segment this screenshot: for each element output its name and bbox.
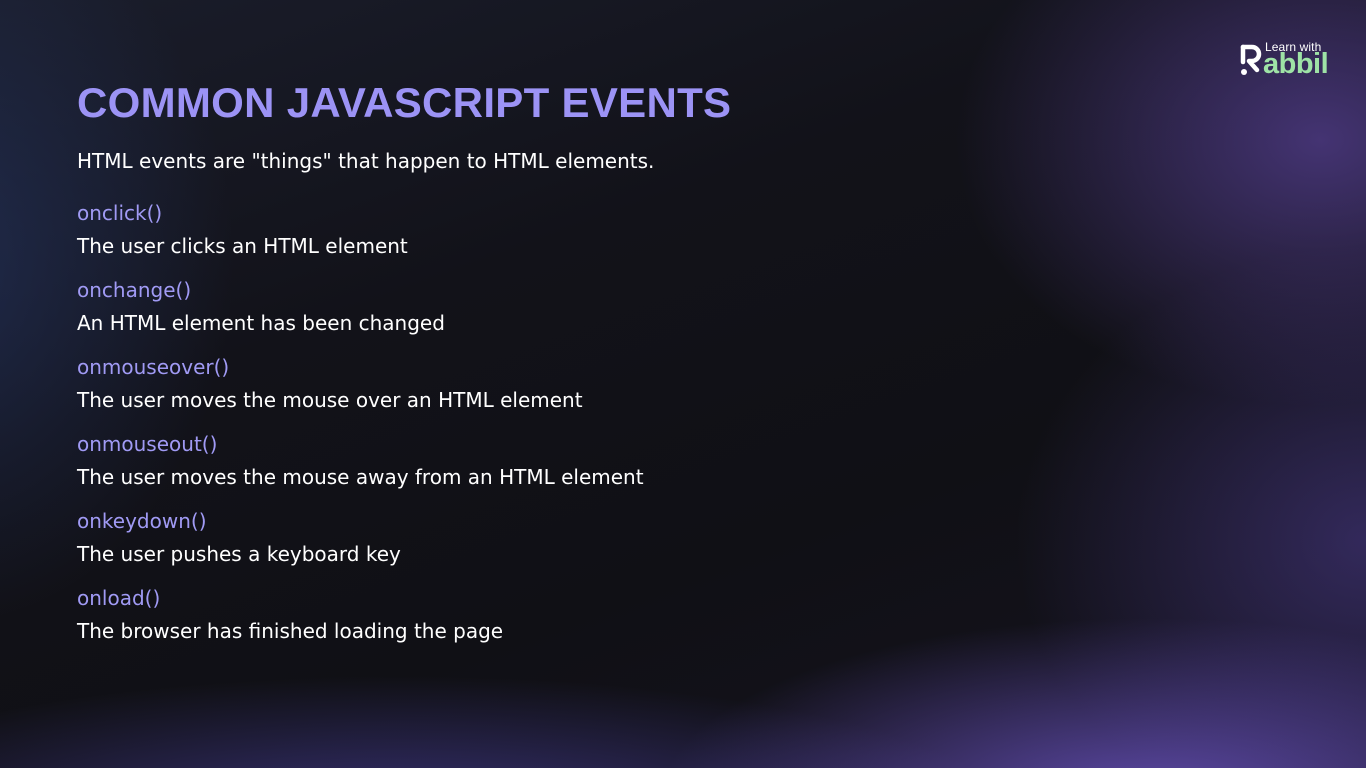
event-name: onkeydown() xyxy=(77,509,207,533)
event-item-onload: onload() The browser has finished loadin… xyxy=(77,585,977,644)
slide-content: COMMON JAVASCRIPT EVENTS HTML events are… xyxy=(77,78,977,662)
event-item-onmouseout: onmouseout() The user moves the mouse aw… xyxy=(77,431,977,490)
event-name: onload() xyxy=(77,586,161,610)
event-item-onchange: onchange() An HTML element has been chan… xyxy=(77,277,977,336)
brand-logo: Learn with abbil xyxy=(1240,40,1340,80)
event-name: onclick() xyxy=(77,201,163,225)
event-description: The user moves the mouse over an HTML el… xyxy=(77,388,583,412)
event-description: An HTML element has been changed xyxy=(77,311,445,335)
event-description: The user clicks an HTML element xyxy=(77,234,408,258)
event-description: The user pushes a keyboard key xyxy=(77,542,401,566)
event-description: The user moves the mouse away from an HT… xyxy=(77,465,644,489)
event-item-onclick: onclick() The user clicks an HTML elemen… xyxy=(77,200,977,259)
event-list: onclick() The user clicks an HTML elemen… xyxy=(77,200,977,644)
brand-name: abbil xyxy=(1263,48,1329,80)
event-name: onmouseout() xyxy=(77,432,218,456)
event-description: The browser has finished loading the pag… xyxy=(77,619,504,643)
event-item-onmouseover: onmouseover() The user moves the mouse o… xyxy=(77,354,977,413)
event-name: onchange() xyxy=(77,278,192,302)
slide-title: COMMON JAVASCRIPT EVENTS xyxy=(77,79,732,126)
event-name: onmouseover() xyxy=(77,355,230,379)
event-item-onkeydown: onkeydown() The user pushes a keyboard k… xyxy=(77,508,977,567)
rabbil-r-logo-icon xyxy=(1240,44,1262,75)
slide-intro: HTML events are "things" that happen to … xyxy=(77,149,655,173)
